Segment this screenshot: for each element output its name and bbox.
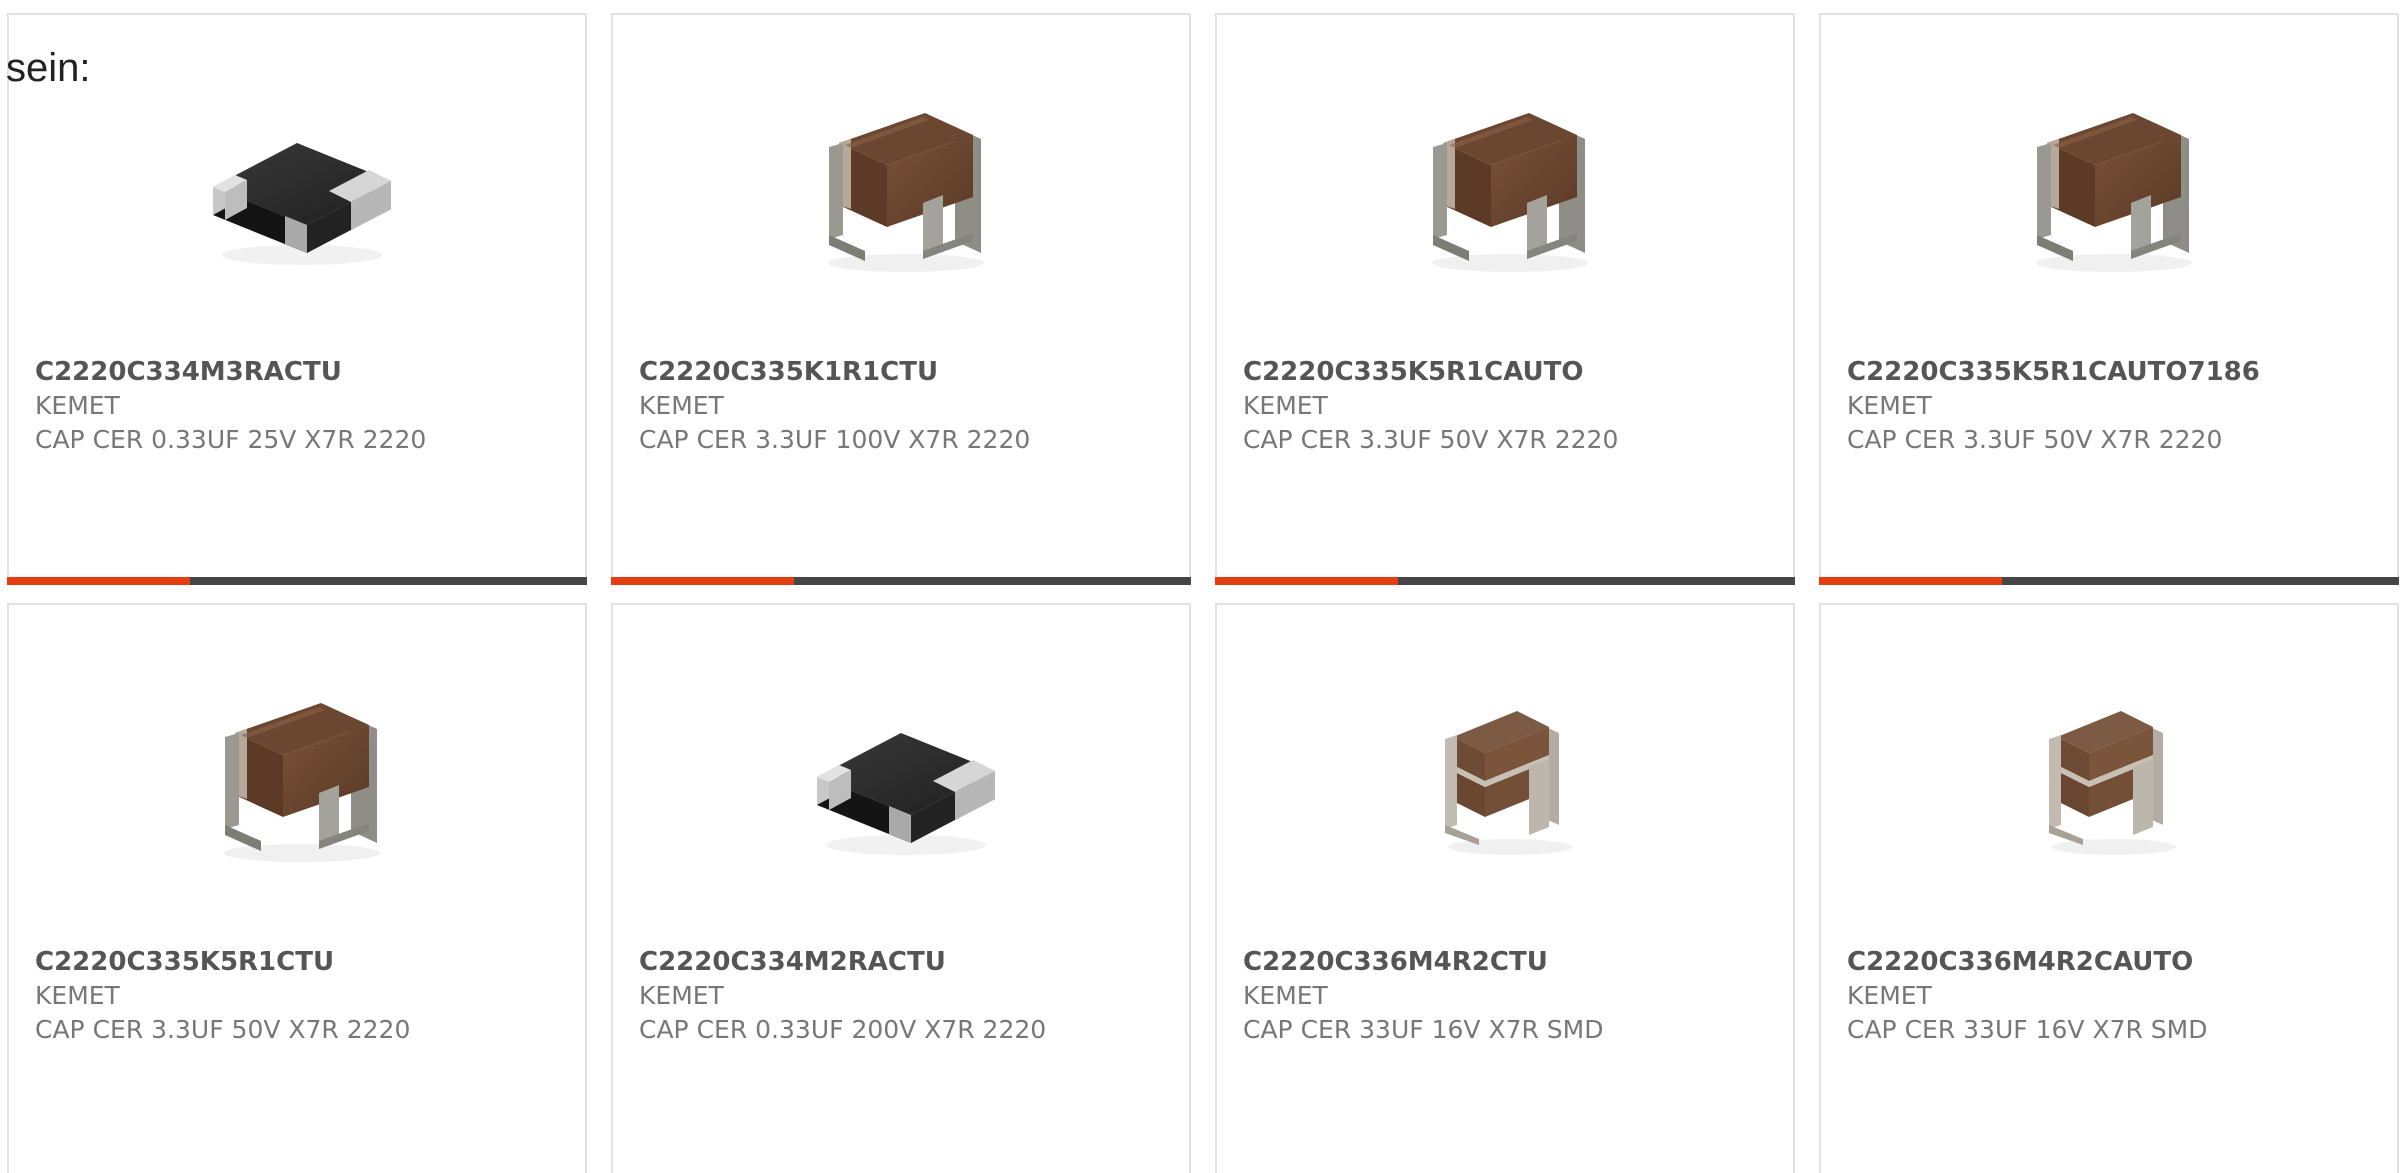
product-card[interactable]: C2220C334M3RACTU KEMET CAP CER 0.33UF 25… bbox=[7, 13, 587, 585]
bracket-chip-icon[interactable] bbox=[2013, 85, 2215, 287]
product-description: CAP CER 3.3UF 50V X7R 2220 bbox=[1847, 425, 2223, 454]
product-card[interactable]: C2220C336M4R2CAUTO KEMET CAP CER 33UF 16… bbox=[1819, 603, 2399, 1173]
progress-bar bbox=[1819, 577, 2399, 585]
manufacturer: KEMET bbox=[35, 391, 120, 420]
progress-bar bbox=[1215, 577, 1795, 585]
manufacturer: KEMET bbox=[1243, 391, 1328, 420]
part-number-link[interactable]: C2220C334M3RACTU bbox=[35, 355, 342, 389]
manufacturer: KEMET bbox=[639, 391, 724, 420]
flat-chip-icon[interactable] bbox=[201, 85, 403, 287]
product-description: CAP CER 3.3UF 50V X7R 2220 bbox=[35, 1015, 411, 1044]
manufacturer: KEMET bbox=[1847, 391, 1932, 420]
bracket-chip-icon[interactable] bbox=[805, 85, 1007, 287]
manufacturer: KEMET bbox=[639, 981, 724, 1010]
bracket-chip-icon[interactable] bbox=[201, 675, 403, 877]
product-card[interactable]: C2220C335K5R1CTU KEMET CAP CER 3.3UF 50V… bbox=[7, 603, 587, 1173]
product-description: CAP CER 0.33UF 25V X7R 2220 bbox=[35, 425, 427, 454]
progress-bar bbox=[7, 577, 587, 585]
intro-text: sein: bbox=[6, 46, 91, 90]
part-number-link[interactable]: C2220C335K1R1CTU bbox=[639, 355, 938, 389]
manufacturer: KEMET bbox=[35, 981, 120, 1010]
stacked-chip-icon[interactable] bbox=[2013, 675, 2215, 877]
product-description: CAP CER 33UF 16V X7R SMD bbox=[1243, 1015, 1604, 1044]
part-number-link[interactable]: C2220C336M4R2CAUTO bbox=[1847, 945, 2193, 979]
product-card[interactable]: C2220C334M2RACTU KEMET CAP CER 0.33UF 20… bbox=[611, 603, 1191, 1173]
progress-fill bbox=[7, 577, 190, 585]
part-number-link[interactable]: C2220C335K5R1CAUTO bbox=[1243, 355, 1584, 389]
flat-chip-icon[interactable] bbox=[805, 675, 1007, 877]
progress-fill bbox=[1215, 577, 1398, 585]
product-card[interactable]: C2220C335K5R1CAUTO7186 KEMET CAP CER 3.3… bbox=[1819, 13, 2399, 585]
product-card[interactable]: C2220C335K1R1CTU KEMET CAP CER 3.3UF 100… bbox=[611, 13, 1191, 585]
stacked-chip-icon[interactable] bbox=[1409, 675, 1611, 877]
bracket-chip-icon[interactable] bbox=[1409, 85, 1611, 287]
product-description: CAP CER 0.33UF 200V X7R 2220 bbox=[639, 1015, 1047, 1044]
progress-fill bbox=[1819, 577, 2002, 585]
product-card[interactable]: C2220C336M4R2CTU KEMET CAP CER 33UF 16V … bbox=[1215, 603, 1795, 1173]
progress-bar bbox=[611, 577, 1191, 585]
progress-fill bbox=[611, 577, 794, 585]
manufacturer: KEMET bbox=[1847, 981, 1932, 1010]
product-description: CAP CER 3.3UF 100V X7R 2220 bbox=[639, 425, 1031, 454]
part-number-link[interactable]: C2220C335K5R1CTU bbox=[35, 945, 334, 979]
part-number-link[interactable]: C2220C334M2RACTU bbox=[639, 945, 946, 979]
product-card[interactable]: C2220C335K5R1CAUTO KEMET CAP CER 3.3UF 5… bbox=[1215, 13, 1795, 585]
manufacturer: KEMET bbox=[1243, 981, 1328, 1010]
product-description: CAP CER 3.3UF 50V X7R 2220 bbox=[1243, 425, 1619, 454]
part-number-link[interactable]: C2220C336M4R2CTU bbox=[1243, 945, 1548, 979]
part-number-link[interactable]: C2220C335K5R1CAUTO7186 bbox=[1847, 355, 2260, 389]
product-description: CAP CER 33UF 16V X7R SMD bbox=[1847, 1015, 2208, 1044]
